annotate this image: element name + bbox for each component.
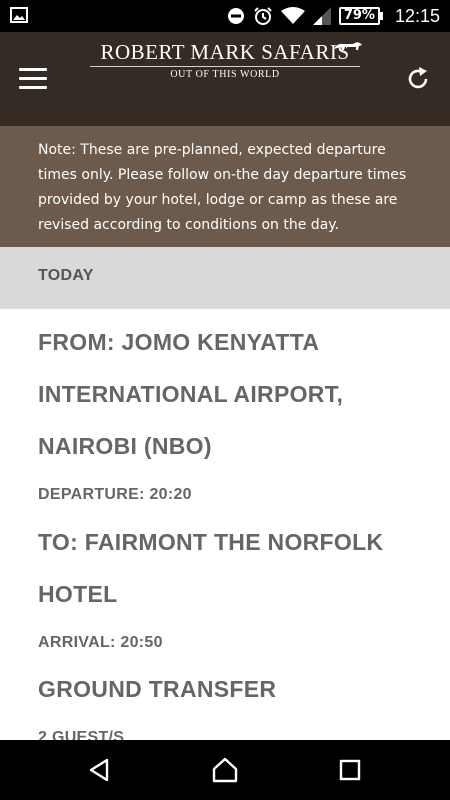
system-nav-bar — [0, 740, 450, 800]
transfer-type: GROUND TRANSFER — [38, 676, 277, 702]
battery-icon: 79% — [338, 7, 383, 25]
recents-icon[interactable] — [335, 755, 365, 785]
from-location-line-3: NAIROBI (NBO) — [38, 433, 212, 459]
clock: 12:15 — [394, 5, 440, 26]
from-location-line-2: INTERNATIONAL AIRPORT, — [38, 381, 344, 407]
brand-name: ROBERT MARK SAFARIS — [100, 40, 350, 64]
section-header-today: TODAY — [0, 247, 450, 309]
battery-level: 79% — [338, 7, 380, 25]
from-location-line-1: FROM: JOMO KENYATTA — [38, 329, 320, 355]
section-label: TODAY — [38, 267, 94, 284]
home-icon[interactable] — [210, 755, 240, 785]
departure-time: DEPARTURE: 20:20 — [38, 486, 192, 503]
brand-tagline: OUT OF THIS WORLD — [170, 69, 280, 80]
transfer-details: FROM: JOMO KENYATTA INTERNATIONAL AIRPOR… — [0, 309, 450, 740]
lion-logo-icon — [333, 38, 363, 57]
alarm-icon — [253, 6, 273, 26]
status-bar: 79% 12:15 — [0, 0, 450, 32]
guest-count: 2 GUEST/S — [38, 729, 125, 740]
to-location-line-1: TO: FAIRMONT THE NORFOLK — [38, 529, 384, 555]
do-not-disturb-icon — [227, 7, 245, 25]
image-icon — [10, 7, 28, 23]
to-location-line-2: HOTEL — [38, 581, 118, 607]
refresh-icon[interactable] — [404, 65, 432, 93]
departure-note: Note: These are pre-planned, expected de… — [0, 126, 450, 247]
arrival-time: ARRIVAL: 20:50 — [38, 634, 163, 651]
brand-logo: ROBERT MARK SAFARIS OUT OF THIS WORLD — [0, 40, 450, 80]
wifi-icon — [280, 7, 305, 25]
app-header: ROBERT MARK SAFARIS OUT OF THIS WORLD — [0, 32, 450, 126]
signal-icon — [312, 7, 331, 25]
back-icon[interactable] — [85, 755, 115, 785]
